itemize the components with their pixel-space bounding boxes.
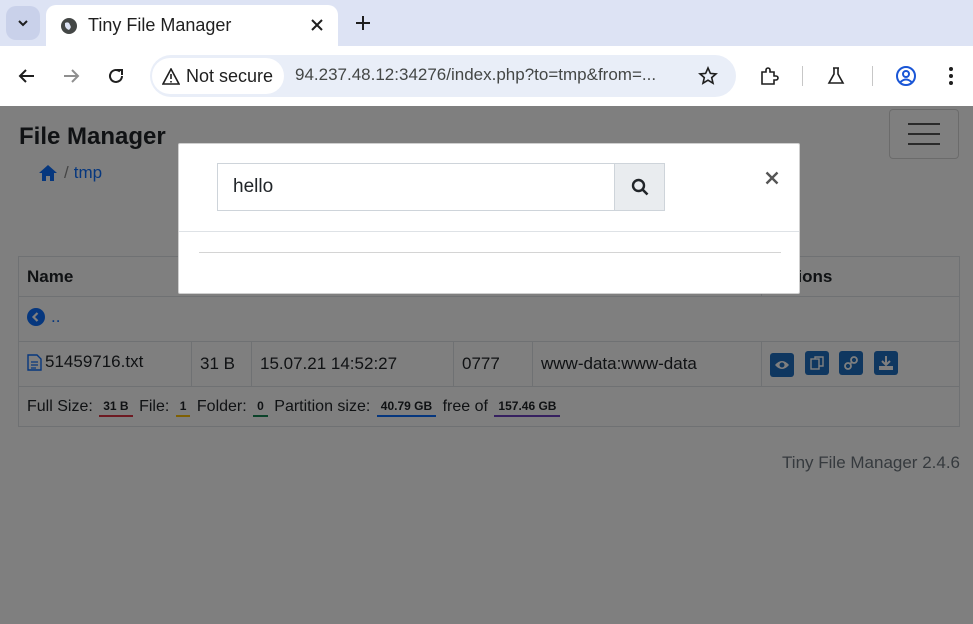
kebab-menu-icon[interactable]	[937, 62, 965, 90]
browser-toolbar: Not secure 94.237.48.12:34276/index.php?…	[0, 46, 973, 106]
labs-flask-icon[interactable]	[822, 62, 850, 90]
address-bar[interactable]: Not secure 94.237.48.12:34276/index.php?…	[150, 55, 736, 97]
back-button[interactable]	[13, 62, 41, 90]
search-icon	[631, 178, 648, 196]
close-modal-icon[interactable]	[760, 166, 784, 190]
reload-button[interactable]	[102, 62, 130, 90]
tab-strip: Tiny File Manager	[0, 0, 973, 46]
warning-icon	[162, 67, 180, 85]
security-chip[interactable]: Not secure	[152, 58, 284, 94]
search-results-divider	[199, 252, 781, 253]
browser-tab[interactable]: Tiny File Manager	[46, 5, 338, 46]
arrow-right-icon	[64, 69, 80, 83]
extensions-icon[interactable]	[755, 62, 783, 90]
profile-avatar-icon[interactable]	[892, 62, 920, 90]
search-modal	[178, 143, 800, 294]
globe-icon	[60, 17, 78, 35]
plus-icon	[356, 16, 370, 30]
search-group	[217, 163, 665, 211]
web-page: File Manager / tmp Name Actions ..	[0, 106, 973, 624]
forward-button[interactable]	[57, 62, 85, 90]
toolbar-divider	[802, 66, 803, 86]
security-label: Not secure	[186, 65, 274, 86]
arrow-left-icon	[18, 69, 34, 83]
url-text: 94.237.48.12:34276/index.php?to=tmp&from…	[295, 65, 657, 84]
bookmark-star-icon[interactable]	[696, 64, 720, 88]
chevron-down-icon	[18, 20, 28, 27]
toolbar-divider	[872, 66, 873, 86]
close-tab-icon[interactable]	[306, 14, 328, 36]
tab-search-button[interactable]	[6, 6, 40, 40]
modal-divider	[179, 231, 799, 232]
search-input[interactable]	[217, 163, 614, 211]
search-button[interactable]	[614, 163, 665, 211]
new-tab-button[interactable]	[350, 10, 376, 36]
reload-icon	[109, 68, 123, 83]
tab-title: Tiny File Manager	[88, 15, 232, 35]
